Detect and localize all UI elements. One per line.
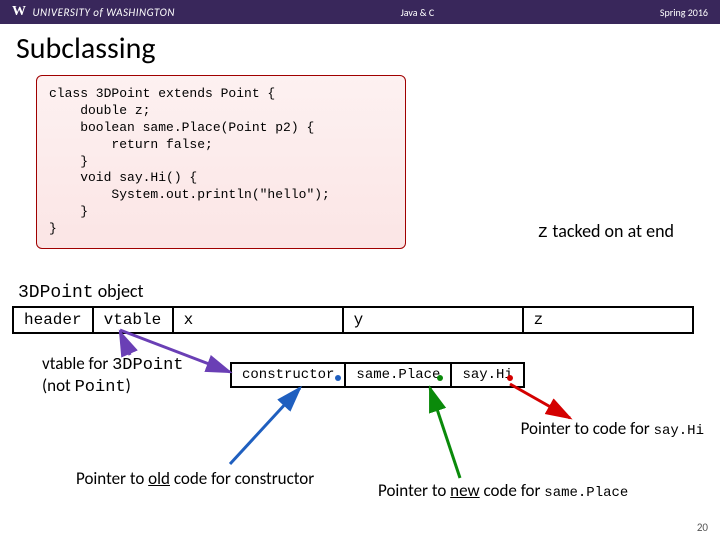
slide-title: Subclassing xyxy=(0,24,720,71)
vtable-caption-2c: ) xyxy=(126,375,131,396)
header-right: Spring 2016 xyxy=(660,6,708,19)
header-bar: W UNIVERSITY of WASHINGTON Java & C Spri… xyxy=(0,0,720,24)
note-sameplace-a: Pointer to xyxy=(378,480,450,501)
object-label: 3DPoint object xyxy=(18,280,144,303)
layout-y-cell: y xyxy=(343,307,523,333)
layout-header-cell: header xyxy=(13,307,93,333)
note-constructor-c: code for constructor xyxy=(170,468,314,489)
note-sayhi: Pointer to code for say.Hi xyxy=(521,418,704,439)
note-sayhi-a: Pointer to code for xyxy=(521,418,654,439)
tacked-z: z xyxy=(538,223,549,243)
note-constructor-a: Pointer to xyxy=(76,468,148,489)
vtable-sameplace-cell: same.Place xyxy=(345,363,451,387)
page-number: 20 xyxy=(697,521,708,534)
object-label-rest: object xyxy=(94,280,144,302)
layout-vtable-cell: vtable xyxy=(93,307,173,333)
layout-x-cell: x xyxy=(173,307,343,333)
note-constructor-b: old xyxy=(148,468,170,489)
tacked-note: z tacked on at end xyxy=(538,220,674,243)
vtable-caption-2b: Point xyxy=(75,378,126,397)
note-sameplace: Pointer to new code for same.Place xyxy=(378,480,628,501)
header-center: Java & C xyxy=(401,6,435,19)
vtable-caption-1a: vtable for xyxy=(42,353,112,374)
object-label-mono: 3DPoint xyxy=(18,283,94,303)
vtable-caption-2a: (not xyxy=(42,375,75,396)
note-constructor: Pointer to old code for constructor xyxy=(76,468,314,489)
tacked-rest: tacked on at end xyxy=(548,220,674,242)
vtable-constructor-cell: constructor xyxy=(231,363,345,387)
note-sameplace-b: new xyxy=(450,480,479,501)
uw-w-icon: W xyxy=(12,4,27,20)
note-sameplace-d: same.Place xyxy=(544,485,628,501)
uw-logo: W UNIVERSITY of WASHINGTON xyxy=(12,4,175,20)
note-sayhi-b: say.Hi xyxy=(654,423,704,439)
note-sameplace-c: code for xyxy=(480,480,545,501)
object-layout-table: header vtable x y z xyxy=(12,306,694,334)
vtable-caption: vtable for 3DPoint (not Point) xyxy=(42,354,184,399)
uw-text: UNIVERSITY of WASHINGTON xyxy=(33,6,175,19)
vtable-caption-1b: 3DPoint xyxy=(112,356,183,375)
vtable-sayhi-cell: say.Hi xyxy=(451,363,523,387)
vtable-table: constructor same.Place say.Hi xyxy=(230,362,525,388)
layout-z-cell: z xyxy=(523,307,693,333)
code-block: class 3DPoint extends Point { double z; … xyxy=(36,75,406,249)
